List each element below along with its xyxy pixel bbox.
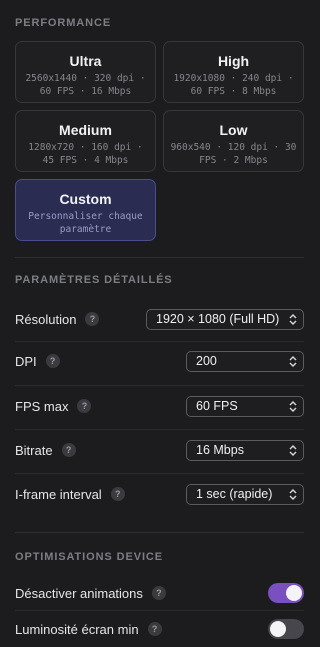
- fps-label: FPS max: [15, 398, 69, 414]
- settings-panel: PERFORMANCE Ultra 2560x1440 · 320 dpi · …: [0, 0, 320, 647]
- row-label-wrap: Luminosité écran min ?: [15, 622, 162, 637]
- row-label-wrap: Bitrate ?: [15, 443, 76, 458]
- chevron-updown-icon: [289, 488, 297, 500]
- dpi-value: 200: [196, 353, 217, 368]
- resolution-value: 1920 × 1080 (Full HD): [156, 311, 280, 326]
- chevron-updown-icon: [289, 355, 297, 367]
- help-icon[interactable]: ?: [147, 622, 162, 636]
- preset-description: 1280x720 · 160 dpi · 45 FPS · 4 Mbps: [28, 142, 143, 166]
- row-divider: [15, 429, 304, 430]
- toggle-knob: [270, 621, 286, 637]
- setting-row-iframe: I-frame interval ? 1 sec (rapide): [15, 481, 304, 507]
- dpi-label: DPI: [15, 353, 37, 369]
- preset-ultra[interactable]: Ultra 2560x1440 · 320 dpi · 60 FPS · 16 …: [15, 41, 156, 103]
- iframe-interval-label: I-frame interval: [15, 486, 102, 502]
- row-label-wrap: Désactiver animations ?: [15, 586, 166, 601]
- iframe-interval-select[interactable]: 1 sec (rapide): [186, 483, 304, 505]
- iframe-interval-value: 1 sec (rapide): [196, 486, 273, 501]
- preset-name: Custom: [59, 191, 112, 207]
- disable-animations-label: Désactiver animations: [15, 585, 143, 601]
- toggle-row-animations: Désactiver animations ?: [15, 582, 304, 604]
- resolution-select[interactable]: 1920 × 1080 (Full HD): [146, 308, 304, 330]
- performance-section-title: PERFORMANCE: [15, 17, 112, 29]
- setting-row-resolution: Résolution ? 1920 × 1080 (Full HD): [15, 306, 304, 332]
- preset-name: Ultra: [69, 53, 102, 69]
- preset-name: Low: [219, 122, 248, 138]
- preset-name: High: [217, 53, 250, 69]
- chevron-updown-icon: [289, 444, 297, 456]
- toggle-knob: [286, 585, 302, 601]
- bitrate-value: 16 Mbps: [196, 442, 244, 457]
- preset-description: 2560x1440 · 320 dpi · 60 FPS · 16 Mbps: [25, 73, 146, 97]
- min-brightness-toggle[interactable]: [268, 619, 304, 639]
- device-section-title: OPTIMISATIONS DEVICE: [15, 551, 163, 563]
- row-divider: [15, 610, 304, 611]
- help-icon[interactable]: ?: [85, 312, 100, 326]
- help-icon[interactable]: ?: [110, 487, 125, 501]
- row-divider: [15, 473, 304, 474]
- help-icon[interactable]: ?: [45, 354, 60, 368]
- preset-description: Personnaliser chaque paramètre: [28, 211, 143, 235]
- row-label-wrap: Résolution ?: [15, 311, 100, 327]
- setting-row-fps: FPS max ? 60 FPS: [15, 393, 304, 419]
- help-icon[interactable]: ?: [77, 399, 92, 413]
- fps-select[interactable]: 60 FPS: [186, 395, 304, 417]
- row-divider: [15, 341, 304, 342]
- preset-custom[interactable]: Custom Personnaliser chaque paramètre: [15, 179, 156, 241]
- min-brightness-label: Luminosité écran min: [15, 621, 139, 637]
- bitrate-label: Bitrate: [15, 442, 53, 458]
- details-section-title: PARAMÈTRES DÉTAILLÉS: [15, 274, 173, 286]
- preset-medium[interactable]: Medium 1280x720 · 160 dpi · 45 FPS · 4 M…: [15, 110, 156, 172]
- preset-name: Medium: [59, 122, 112, 138]
- toggle-row-brightness: Luminosité écran min ?: [15, 618, 304, 640]
- row-label-wrap: DPI ?: [15, 354, 60, 369]
- help-icon[interactable]: ?: [61, 443, 76, 457]
- section-divider: [15, 532, 304, 533]
- preset-high[interactable]: High 1920x1080 · 240 dpi · 60 FPS · 8 Mb…: [163, 41, 304, 103]
- bitrate-select[interactable]: 16 Mbps: [186, 439, 304, 461]
- help-icon[interactable]: ?: [151, 586, 166, 600]
- row-label-wrap: I-frame interval ?: [15, 487, 125, 502]
- preset-description: 1920x1080 · 240 dpi · 60 FPS · 8 Mbps: [173, 73, 294, 97]
- row-divider: [15, 385, 304, 386]
- section-divider: [15, 257, 304, 258]
- preset-low[interactable]: Low 960x540 · 120 dpi · 30 FPS · 2 Mbps: [163, 110, 304, 172]
- dpi-select[interactable]: 200: [186, 350, 304, 372]
- setting-row-bitrate: Bitrate ? 16 Mbps: [15, 437, 304, 463]
- chevron-updown-icon: [289, 400, 297, 412]
- preset-description: 960x540 · 120 dpi · 30 FPS · 2 Mbps: [170, 142, 297, 166]
- setting-row-dpi: DPI ? 200: [15, 348, 304, 374]
- disable-animations-toggle[interactable]: [268, 583, 304, 603]
- row-label-wrap: FPS max ?: [15, 398, 92, 414]
- chevron-updown-icon: [289, 313, 297, 325]
- fps-value: 60 FPS: [196, 398, 238, 413]
- resolution-label: Résolution: [15, 311, 77, 327]
